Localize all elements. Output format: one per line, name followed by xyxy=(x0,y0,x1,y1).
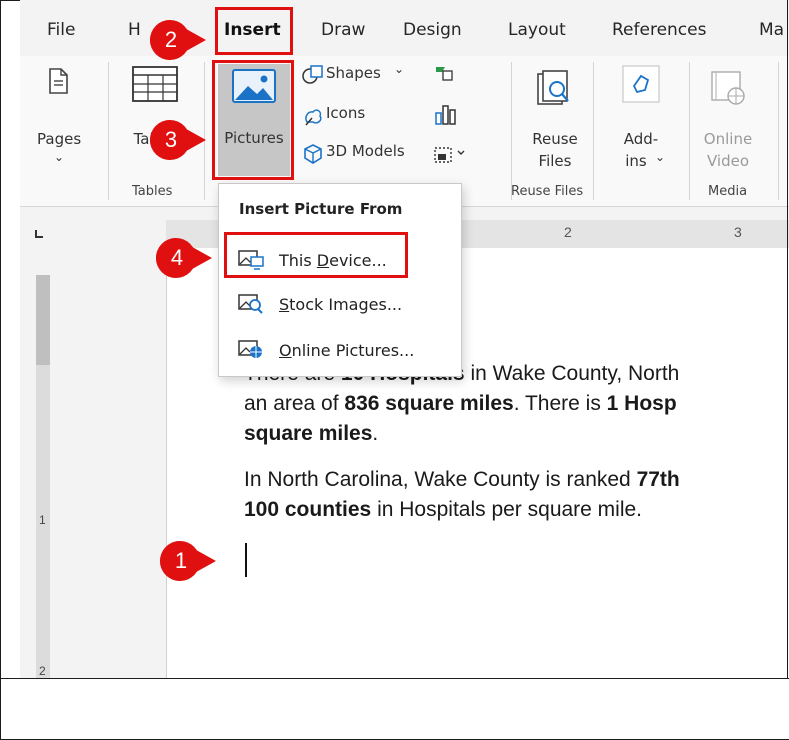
ruler-mark-3: 3 xyxy=(734,224,742,240)
online-label: Online xyxy=(703,130,753,148)
reuse-label: Reuse xyxy=(532,130,578,148)
tab-draw[interactable]: Draw xyxy=(321,20,365,40)
files-label: Files xyxy=(538,152,572,170)
ins-label: ins xyxy=(625,152,647,170)
chevron-down-icon: ⌄ xyxy=(394,62,405,76)
stock-images-icon xyxy=(238,294,263,314)
smartart-icon[interactable] xyxy=(433,62,455,84)
add-ins-icon xyxy=(622,65,660,103)
icons-label: Icons xyxy=(326,104,366,122)
menu-item-stock-images[interactable]: Stock Images... xyxy=(219,284,459,324)
icons-icon xyxy=(305,109,322,126)
menu-item-label: Stock Images... xyxy=(279,295,403,314)
vertical-ruler-2: 2 xyxy=(39,664,46,678)
tables-group-label: Tables xyxy=(132,184,173,199)
left-tab-icon xyxy=(35,230,43,238)
tab-selector[interactable] xyxy=(32,227,46,241)
add-label: Add- xyxy=(623,130,659,148)
tab-file[interactable]: File xyxy=(47,20,75,40)
highlight-this-device xyxy=(224,232,408,278)
vertical-ruler-1: 1 xyxy=(39,513,46,527)
reuse-files-icon xyxy=(537,70,569,105)
highlight-insert-tab xyxy=(215,7,293,55)
shapes-icon xyxy=(302,65,323,84)
reuse-files-group-label: Reuse Files xyxy=(511,184,584,199)
tab-design[interactable]: Design xyxy=(403,20,462,40)
chart-icon[interactable] xyxy=(433,102,457,126)
pages-label: Pages xyxy=(37,130,82,148)
icons-button[interactable]: Icons xyxy=(302,102,422,130)
chevron-down-icon: ⌄ xyxy=(53,150,65,164)
step-badge-2: 2 xyxy=(148,18,206,62)
video-label: Video xyxy=(706,152,750,170)
table-icon xyxy=(132,66,178,102)
cube-icon xyxy=(304,144,322,164)
media-group-label: Media xyxy=(708,184,748,199)
add-ins-button[interactable]: Add- ins ⌄ xyxy=(605,64,677,176)
shapes-button[interactable]: Shapes ⌄ xyxy=(302,60,422,88)
tab-home[interactable]: H xyxy=(128,20,141,40)
ribbon-separator xyxy=(511,62,512,200)
ruler-mark-2: 2 xyxy=(564,224,572,240)
text-cursor xyxy=(245,543,247,577)
chevron-down-icon: ⌄ xyxy=(655,150,666,164)
reuse-files-button[interactable]: Reuse Files xyxy=(520,64,590,176)
ribbon-separator xyxy=(593,62,594,200)
screenshot-icon[interactable] xyxy=(432,142,468,166)
3d-models-label: 3D Models xyxy=(326,142,405,160)
step-badge-4: 4 xyxy=(154,236,212,280)
ribbon-tabs: File H Insert Draw Design Layout Referen… xyxy=(20,0,789,52)
insert-picture-menu: Insert Picture From This Device... Stock… xyxy=(218,183,462,377)
doc-line-5: 100 counties in Hospitals per square mil… xyxy=(244,498,643,521)
vertical-ruler-margin xyxy=(36,275,50,365)
tab-layout[interactable]: Layout xyxy=(508,20,566,40)
video-icon xyxy=(711,71,745,105)
tab-mailings[interactable]: Ma xyxy=(759,20,784,40)
doc-line-2: an area of 836 square miles. There is 1 … xyxy=(244,392,677,415)
menu-title: Insert Picture From xyxy=(239,200,403,218)
pages-button[interactable]: Pages ⌄ xyxy=(37,64,81,174)
tab-references[interactable]: References xyxy=(612,20,706,40)
ribbon-separator xyxy=(108,62,109,200)
step-badge-1: 1 xyxy=(158,539,216,583)
3d-models-button[interactable]: 3D Models xyxy=(302,140,432,168)
frame-right-edge xyxy=(787,0,788,678)
menu-item-label: Online Pictures... xyxy=(279,341,415,360)
online-video-button: Online Video xyxy=(696,64,760,176)
ribbon-separator xyxy=(689,62,690,200)
frame-divider xyxy=(0,678,789,679)
doc-line-4: In North Carolina, Wake County is ranked… xyxy=(244,468,680,491)
ribbon-separator xyxy=(778,62,779,200)
page-icon xyxy=(49,68,68,94)
menu-item-online-pictures[interactable]: Online Pictures... xyxy=(219,330,459,370)
highlight-pictures-button xyxy=(212,60,294,180)
shapes-label: Shapes xyxy=(326,64,381,82)
step-badge-3: 3 xyxy=(148,118,206,162)
doc-line-3: square miles. xyxy=(244,422,379,445)
online-pictures-icon xyxy=(238,340,262,358)
